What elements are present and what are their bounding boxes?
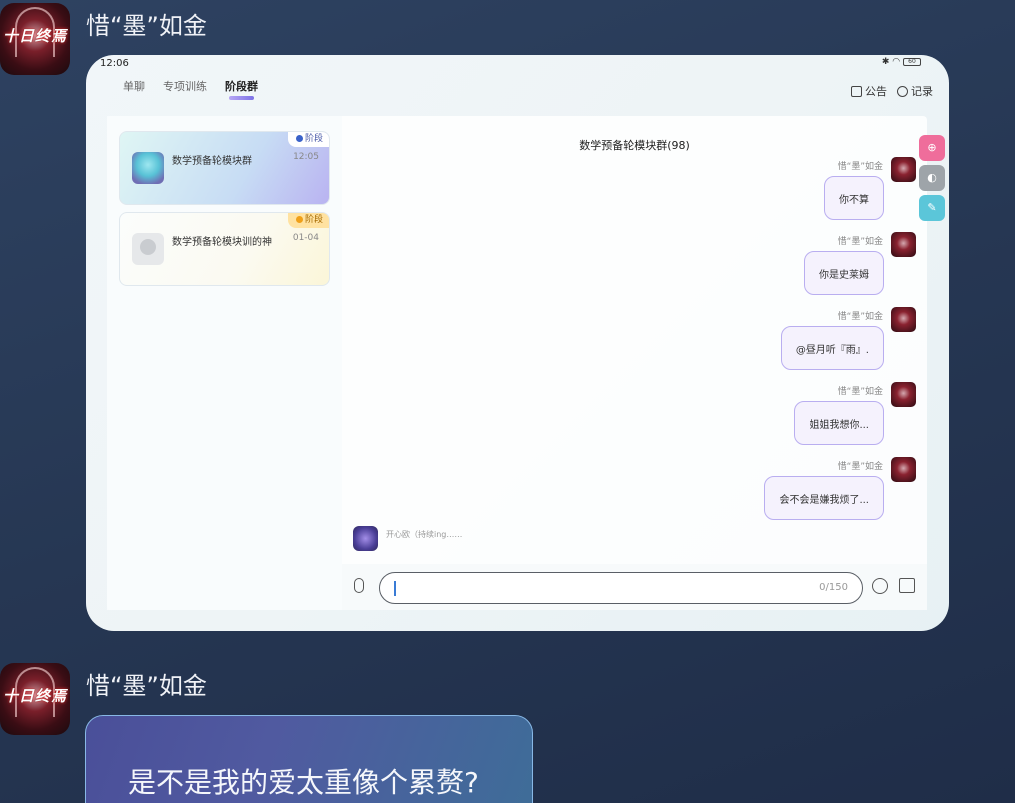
bluetooth-wifi-icon: ✱ ◠ — [881, 57, 901, 67]
shared-screenshot-image[interactable]: 12:06 ✱ ◠ 60 单聊 专项训练 阶段群 公告 记录 阶段 数学预备轮模… — [86, 55, 949, 631]
chat-title: 数学预备轮模块群(98) — [579, 139, 690, 152]
message-bubble[interactable]: 会不会是嫌我烦了... — [764, 476, 884, 520]
image-icon[interactable] — [899, 578, 915, 593]
typing-user-avatar — [353, 526, 378, 551]
tab-special-training[interactable]: 专项训练 — [163, 78, 207, 100]
chat-panel: 阶段 数学预备轮模块群 12:05 阶段 数学预备轮模块训的神 01-04 数学… — [107, 116, 927, 610]
message-bubble[interactable]: 你不算 — [824, 176, 884, 220]
contrast-icon[interactable]: ◐ — [919, 165, 945, 191]
emoji-icon[interactable] — [872, 578, 888, 594]
sender-avatar[interactable]: 十日终焉 — [0, 663, 70, 735]
badge-dot-icon — [295, 216, 303, 223]
message-sender: 惜“墨”如金 — [837, 162, 883, 172]
top-actions: 公告 记录 — [851, 83, 933, 99]
group-avatar — [132, 233, 164, 265]
group-list: 阶段 数学预备轮模块群 12:05 阶段 数学预备轮模块训的神 01-04 — [107, 116, 342, 610]
status-time: 12:06 — [100, 58, 129, 69]
record-button[interactable]: 记录 — [897, 83, 933, 99]
group-name: 数学预备轮模块群 — [172, 156, 252, 167]
avatar-logo-text: 十日终焉 — [2, 27, 67, 45]
chat-area: 数学预备轮模块群(98) 惜“墨”如金 你不算 惜“墨”如金 你是史莱姆 惜“墨… — [342, 116, 927, 610]
battery-icon: 60 — [903, 57, 921, 66]
announcement-button[interactable]: 公告 — [851, 83, 887, 99]
sender-name: 惜“墨”如金 — [86, 672, 207, 700]
stage-badge: 阶段 — [287, 132, 329, 147]
message-avatar[interactable] — [891, 382, 916, 407]
history-icon — [897, 85, 908, 97]
message-bubble[interactable]: @昼月听『雨』. — [780, 326, 884, 370]
message-sender: 惜“墨”如金 — [837, 462, 883, 472]
message-sender: 惜“墨”如金 — [837, 237, 883, 247]
tab-bar: 单聊 专项训练 阶段群 — [123, 78, 258, 100]
message-avatar[interactable] — [891, 457, 916, 482]
status-icons: ✱ ◠ 60 — [882, 57, 921, 67]
zoom-icon[interactable]: ⊕ — [919, 135, 945, 161]
typing-indicator: 开心欧（持续ing…… — [386, 530, 463, 539]
message-avatar[interactable] — [891, 232, 916, 257]
group-name: 数学预备轮模块训的神 — [172, 237, 272, 248]
microphone-icon[interactable] — [354, 578, 364, 593]
group-list-item[interactable]: 阶段 数学预备轮模块训的神 01-04 — [119, 212, 330, 286]
sender-name: 惜“墨”如金 — [86, 12, 207, 40]
text-cursor — [394, 581, 396, 596]
sender-avatar[interactable]: 十日终焉 — [0, 3, 70, 75]
group-time: 01-04 — [292, 233, 319, 243]
avatar-logo-text: 十日终焉 — [2, 687, 67, 705]
message-avatar[interactable] — [891, 307, 916, 332]
group-time: 12:05 — [293, 152, 319, 162]
pen-icon[interactable]: ✎ — [919, 195, 945, 221]
message-sender: 惜“墨”如金 — [837, 312, 883, 322]
char-counter: 0/150 — [819, 582, 848, 593]
message-bubble[interactable]: 姐姐我想你... — [794, 401, 884, 445]
message-bubble[interactable]: 是不是我的爱太重像个累赘? — [85, 715, 533, 803]
message-input[interactable]: 0/150 — [379, 572, 863, 604]
input-bar: 0/150 — [342, 564, 927, 610]
tab-stage-group[interactable]: 阶段群 — [225, 78, 258, 100]
badge-dot-icon — [295, 135, 303, 142]
message-sender: 惜“墨”如金 — [837, 387, 883, 397]
group-list-item[interactable]: 阶段 数学预备轮模块群 12:05 — [119, 131, 330, 205]
tab-direct-chat[interactable]: 单聊 — [123, 78, 145, 100]
stage-badge: 阶段 — [287, 213, 329, 228]
message-text: 是不是我的爱太重像个累赘? — [128, 766, 479, 799]
message-avatar[interactable] — [891, 157, 916, 182]
group-avatar — [132, 152, 164, 184]
message-bubble[interactable]: 你是史莱姆 — [804, 251, 884, 295]
calendar-icon — [851, 85, 862, 97]
